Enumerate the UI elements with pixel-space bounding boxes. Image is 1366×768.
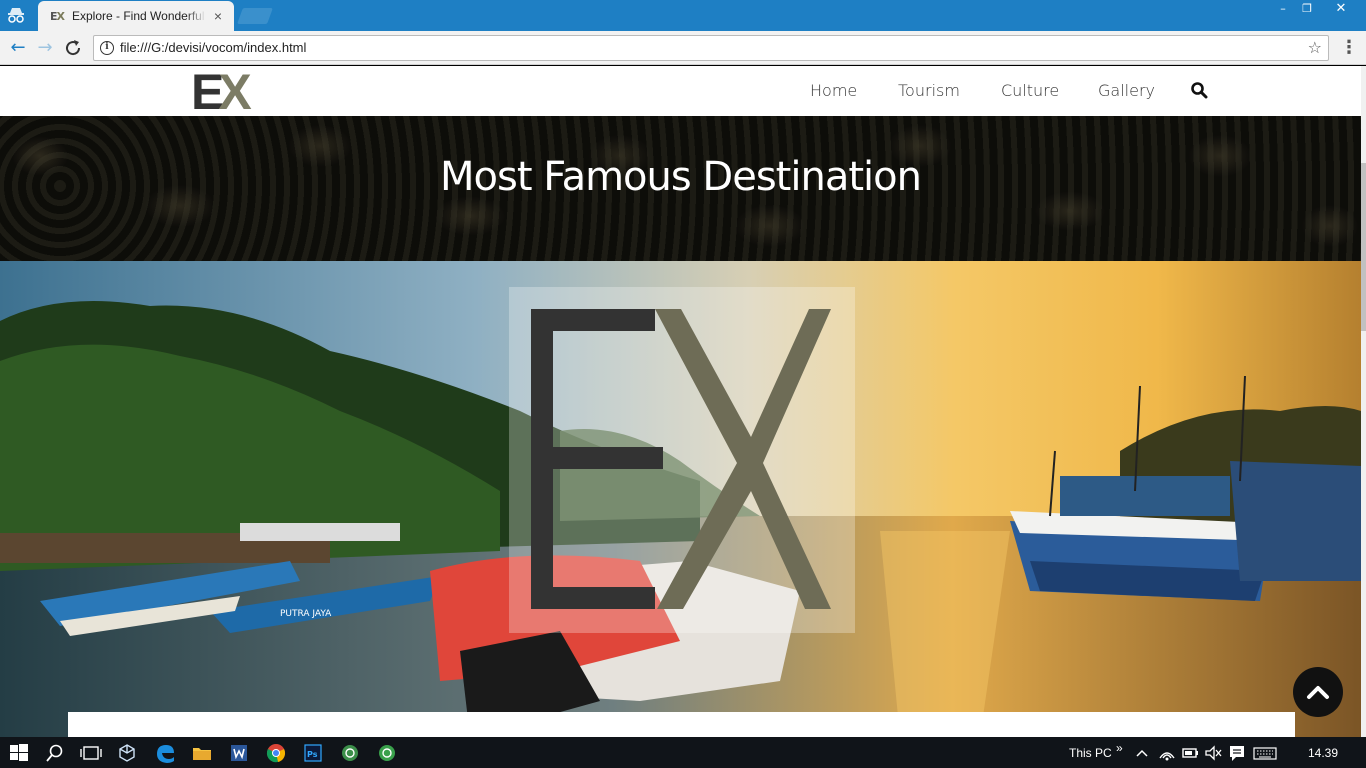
tray-this-pc[interactable]: This PC <box>1069 745 1112 761</box>
site-navbar: EX Home Tourism Culture Gallery <box>0 66 1361 117</box>
keyboard-icon[interactable] <box>1253 742 1277 764</box>
boat-label: PUTRA JAYA <box>280 609 332 619</box>
window-close-button[interactable]: ✕ <box>1322 0 1360 18</box>
chrome-icon[interactable] <box>265 742 287 764</box>
address-bar[interactable]: i file:///G:/devisi/vocom/index.html ☆ <box>93 35 1329 61</box>
info-icon[interactable]: i <box>100 41 114 55</box>
window-restore-button[interactable]: ❐ <box>1292 0 1322 18</box>
back-arrow-icon[interactable]: ← <box>6 36 30 60</box>
3d-cube-icon[interactable] <box>116 742 138 764</box>
nav-tourism[interactable]: Tourism <box>898 80 960 102</box>
photoshop-icon[interactable]: Ps <box>302 742 324 764</box>
bookmark-star-icon[interactable]: ☆ <box>1308 38 1322 58</box>
windows-start-icon[interactable] <box>8 742 30 764</box>
browser-tabbar: EX Explore - Find Wonderful × – ❐ ✕ <box>0 0 1366 31</box>
nav-culture[interactable]: Culture <box>1001 80 1059 102</box>
reload-icon[interactable] <box>61 36 85 60</box>
tab-favicon: EX <box>50 10 65 23</box>
forward-arrow-icon[interactable]: → <box>33 36 57 60</box>
hero-logo-overlay <box>509 287 855 633</box>
battery-icon[interactable] <box>1180 742 1200 764</box>
tray-toolbar-chevron[interactable]: » <box>1116 740 1123 756</box>
page-viewport: EX Home Tourism Culture Gallery Most Fam… <box>0 66 1366 737</box>
svg-text:Ps: Ps <box>307 750 318 759</box>
app-green-alt-icon[interactable] <box>376 742 398 764</box>
page-title: Most Famous Destination <box>440 154 922 200</box>
file-explorer-icon[interactable] <box>191 742 213 764</box>
browser-toolbar: ← → i file:///G:/devisi/vocom/index.html… <box>0 31 1366 65</box>
taskbar: Ps This PC » 14.39 <box>0 737 1366 768</box>
tab-close-icon[interactable]: × <box>210 8 226 24</box>
nav-gallery[interactable]: Gallery <box>1098 80 1155 102</box>
tab-title: Explore - Find Wonderful <box>72 8 206 24</box>
search-icon[interactable] <box>44 742 66 764</box>
chevron-up-icon <box>1307 686 1329 699</box>
nav-home[interactable]: Home <box>810 80 857 102</box>
content-card <box>68 712 1295 737</box>
ex-logo <box>531 309 831 609</box>
site-logo[interactable]: EX <box>191 67 252 117</box>
browser-menu-icon[interactable]: ⋮ <box>1340 36 1358 60</box>
back-to-top-button[interactable] <box>1293 667 1343 717</box>
volume-muted-icon[interactable] <box>1203 742 1223 764</box>
url-text[interactable]: file:///G:/devisi/vocom/index.html <box>120 40 306 56</box>
task-view-icon[interactable] <box>80 742 102 764</box>
browser-tab[interactable]: EX Explore - Find Wonderful × <box>38 1 234 31</box>
scroll-thumb[interactable] <box>1361 163 1366 331</box>
edge-browser-icon[interactable] <box>154 742 176 764</box>
chevron-up-icon[interactable] <box>1133 742 1151 764</box>
wifi-icon[interactable] <box>1157 742 1177 764</box>
heading-banner: Most Famous Destination <box>0 116 1361 261</box>
action-center-icon[interactable] <box>1227 742 1247 764</box>
word-icon[interactable] <box>228 742 250 764</box>
clock[interactable]: 14.39 <box>1308 745 1338 761</box>
search-icon[interactable] <box>1190 81 1208 99</box>
profile-icon[interactable] <box>6 6 26 24</box>
page-scrollbar[interactable] <box>1361 66 1366 737</box>
app-green-icon[interactable] <box>339 742 361 764</box>
new-tab-button[interactable] <box>237 8 273 24</box>
